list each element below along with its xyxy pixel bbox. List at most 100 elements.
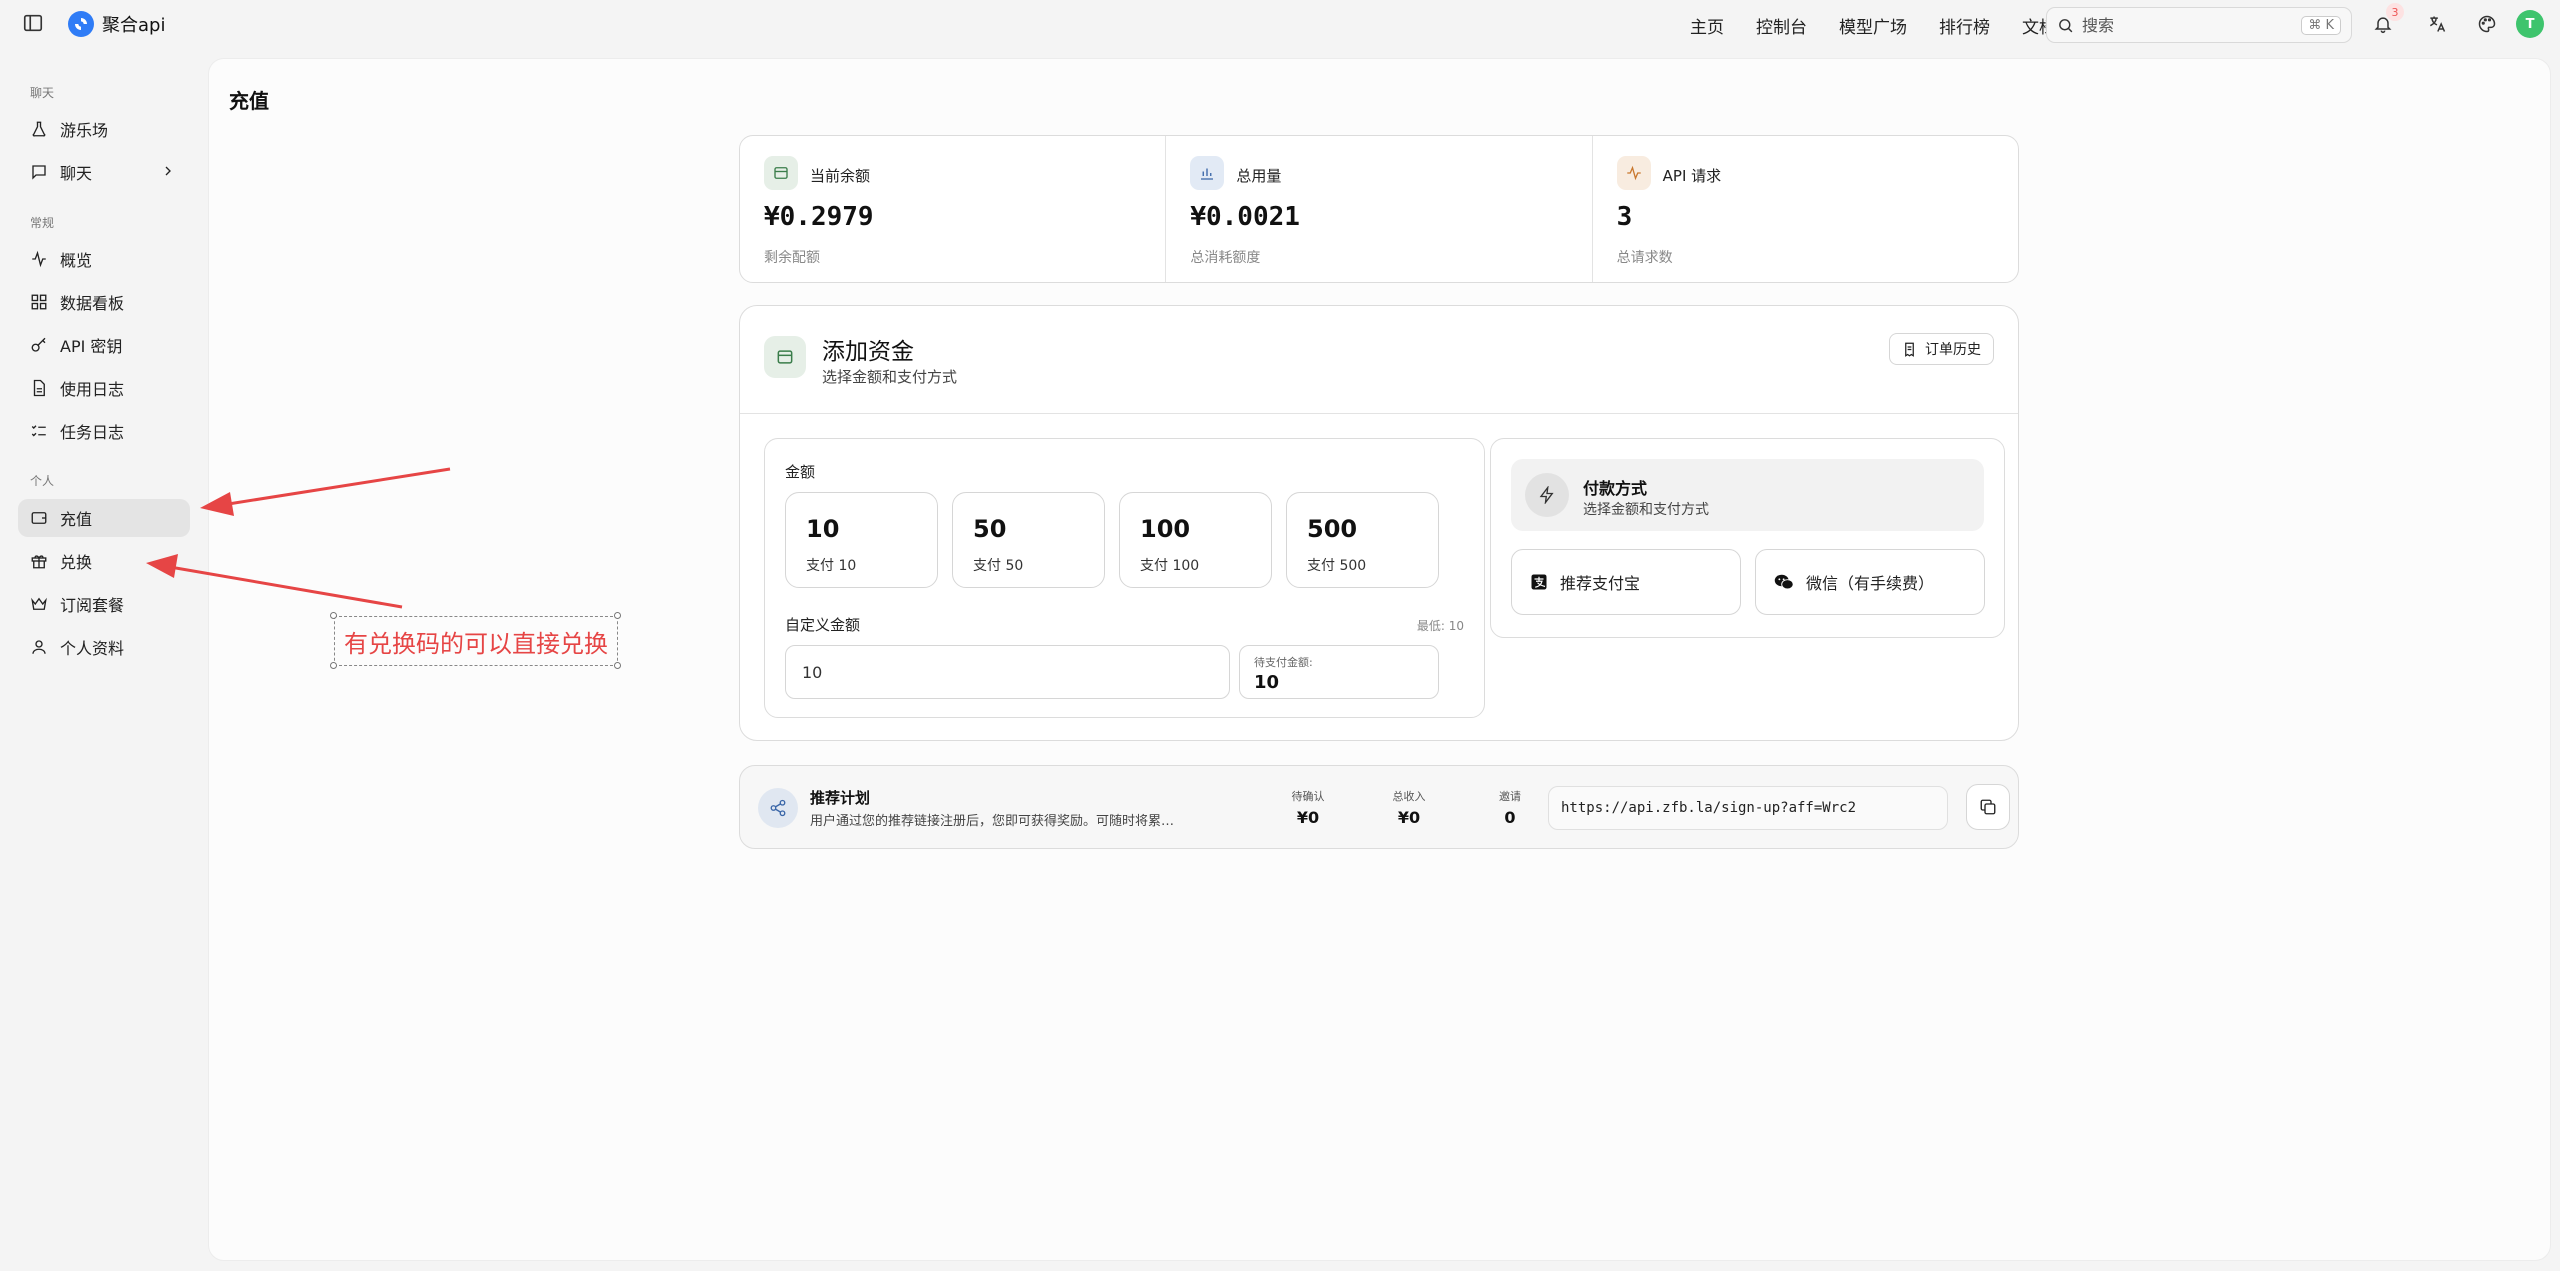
referral-pending-label: 待确认 [1291, 790, 1325, 803]
top-bar: 聚合api 主页 控制台 模型广场 排行榜 文档 ⌘ K 3 T [0, 0, 2560, 48]
referral-link-field[interactable]: https://api.zfb.la/sign-up?aff=Wrc2 [1548, 786, 1948, 830]
wallet-icon [31, 512, 47, 524]
nav-model-square[interactable]: 模型广场 [1839, 13, 1907, 38]
sidebar-item-playground[interactable]: 游乐场 [18, 110, 190, 148]
zap-icon [1525, 473, 1569, 517]
wechat-pay-button[interactable]: 微信（有手续费） [1755, 549, 1985, 615]
nav-leaderboard[interactable]: 排行榜 [1939, 13, 1990, 38]
gift-icon [31, 555, 47, 569]
annotation-handle[interactable] [614, 662, 621, 669]
stat-usage: 总用量 ¥0.0021 总消耗额度 [1166, 136, 1593, 282]
preset-sub: 支付 100 [1140, 558, 1200, 574]
sidebar-item-label: 订阅套餐 [60, 596, 125, 615]
sidebar-item-label: 使用日志 [60, 380, 125, 399]
preset-amount-10[interactable]: 10 支付 10 [785, 492, 938, 588]
stat-requests: API 请求 3 总请求数 [1593, 136, 2018, 282]
receipt-icon [1905, 342, 1914, 357]
add-funds-subtitle: 选择金额和支付方式 [822, 368, 958, 386]
preset-sub: 支付 500 [1307, 558, 1367, 574]
stat-balance: 当前余额 ¥0.2979 剩余配额 [740, 136, 1167, 282]
referral-card: 推荐计划 用户通过您的推荐链接注册后，您即可获得奖励。可随时将累… 待确认 ¥0… [739, 765, 2019, 849]
sidebar-item-label: 兑换 [60, 553, 93, 572]
custom-amount-label: 自定义金额 [785, 616, 861, 634]
sidebar-item-chat[interactable]: 聊天 [18, 153, 190, 191]
order-history-label: 订单历史 [1925, 342, 1981, 358]
alipay-button[interactable]: 推荐支付宝 [1511, 549, 1741, 615]
copy-icon [1980, 799, 1996, 815]
top-nav: 主页 控制台 模型广场 排行榜 文档 [1690, 13, 2056, 38]
stats-card: 当前余额 ¥0.2979 剩余配额 总用量 ¥0.0021 总消耗额度 API … [739, 135, 2019, 283]
amount-card: 金额 10 支付 10 50 支付 50 100 支付 100 500 支付 5… [764, 438, 1485, 718]
preset-sub: 支付 10 [806, 558, 857, 574]
page-title: 充值 [229, 89, 269, 113]
payment-method-card: 付款方式 选择金额和支付方式 推荐支付宝 微信（有手续费） [1490, 438, 2005, 638]
sidebar-item-topup[interactable]: 充值 [18, 499, 190, 537]
language-button[interactable] [2424, 11, 2450, 37]
nav-home[interactable]: 主页 [1690, 13, 1724, 38]
sidebar-item-usage-logs[interactable]: 使用日志 [18, 369, 190, 407]
referral-pending: 待确认 ¥0 [1268, 788, 1348, 827]
add-funds-title: 添加资金 [822, 339, 914, 365]
sidebar-item-label: 个人资料 [60, 639, 125, 658]
sidebar-item-dashboard[interactable]: 数据看板 [18, 283, 190, 321]
referral-invites-label: 邀请 [1499, 790, 1521, 803]
notification-badge: 3 [2386, 3, 2404, 21]
sidebar-item-subscriptions[interactable]: 订阅套餐 [18, 585, 190, 623]
annotation-handle[interactable] [614, 612, 621, 619]
search-box[interactable]: ⌘ K [2046, 7, 2352, 43]
amount-to-pay: 待支付金额: 10 [1239, 645, 1439, 699]
referral-income-value: ¥0 [1397, 808, 1421, 827]
sidebar-item-profile[interactable]: 个人资料 [18, 628, 190, 666]
preset-sub: 支付 50 [973, 558, 1024, 574]
list-checks-icon [31, 425, 46, 437]
add-funds-card: 添加资金 选择金额和支付方式 订单历史 金额 10 支付 10 50 支付 50… [739, 305, 2019, 741]
annotation-handle[interactable] [330, 662, 337, 669]
sidebar-item-task-logs[interactable]: 任务日志 [18, 412, 190, 450]
stat-label: API 请求 [1662, 167, 1722, 185]
stat-sub: 总消耗额度 [1190, 250, 1261, 266]
bar-chart-icon [1190, 156, 1225, 190]
file-text-icon [33, 379, 45, 397]
custom-amount-input[interactable] [785, 645, 1230, 699]
annotation-handle[interactable] [330, 612, 337, 619]
sidebar-item-label: 任务日志 [60, 423, 125, 442]
sidebar-item-overview[interactable]: 概览 [18, 240, 190, 278]
search-shortcut: ⌘ K [2301, 15, 2341, 35]
brand-logo-icon [68, 11, 94, 37]
wechat-icon [1774, 574, 1794, 590]
palette-icon [2478, 15, 2496, 33]
notification-button[interactable]: 3 [2370, 3, 2404, 37]
user-avatar[interactable]: T [2516, 10, 2544, 38]
chevron-right-icon[interactable] [160, 163, 176, 179]
brand[interactable]: 聚合api [68, 11, 165, 37]
translate-icon [2429, 16, 2446, 32]
sidebar-item-api-keys[interactable]: API 密钥 [18, 326, 190, 364]
sidebar-toggle-icon[interactable] [22, 12, 46, 36]
share-icon [758, 788, 798, 828]
preset-value: 100 [1140, 515, 1191, 543]
payment-method-header: 付款方式 选择金额和支付方式 [1511, 459, 1984, 531]
referral-income: 总收入 ¥0 [1369, 788, 1449, 827]
sidebar-item-redeem[interactable]: 兑换 [18, 542, 190, 580]
amount-to-pay-label: 待支付金额: [1254, 656, 1313, 669]
key-icon [31, 337, 46, 352]
preset-amount-100[interactable]: 100 支付 100 [1119, 492, 1272, 588]
preset-amount-50[interactable]: 50 支付 50 [952, 492, 1105, 588]
minimum-amount-label: 最低: 10 [1416, 619, 1464, 633]
wallet-icon [764, 336, 806, 378]
payment-method-title: 付款方式 [1583, 479, 1648, 498]
referral-title: 推荐计划 [810, 789, 871, 807]
stat-label: 总用量 [1236, 167, 1282, 185]
sidebar-item-label: 概览 [60, 251, 93, 270]
search-input[interactable] [2082, 15, 2294, 35]
amount-to-pay-value: 10 [1254, 672, 1280, 693]
theme-button[interactable] [2474, 11, 2500, 37]
nav-console[interactable]: 控制台 [1756, 13, 1807, 38]
sidebar-item-label: 游乐场 [60, 121, 109, 140]
user-icon [32, 640, 46, 654]
amount-label: 金额 [785, 463, 816, 481]
order-history-button[interactable]: 订单历史 [1889, 333, 1994, 365]
preset-amount-500[interactable]: 500 支付 500 [1286, 492, 1439, 588]
copy-link-button[interactable] [1966, 784, 2010, 830]
activity-icon [32, 250, 46, 268]
